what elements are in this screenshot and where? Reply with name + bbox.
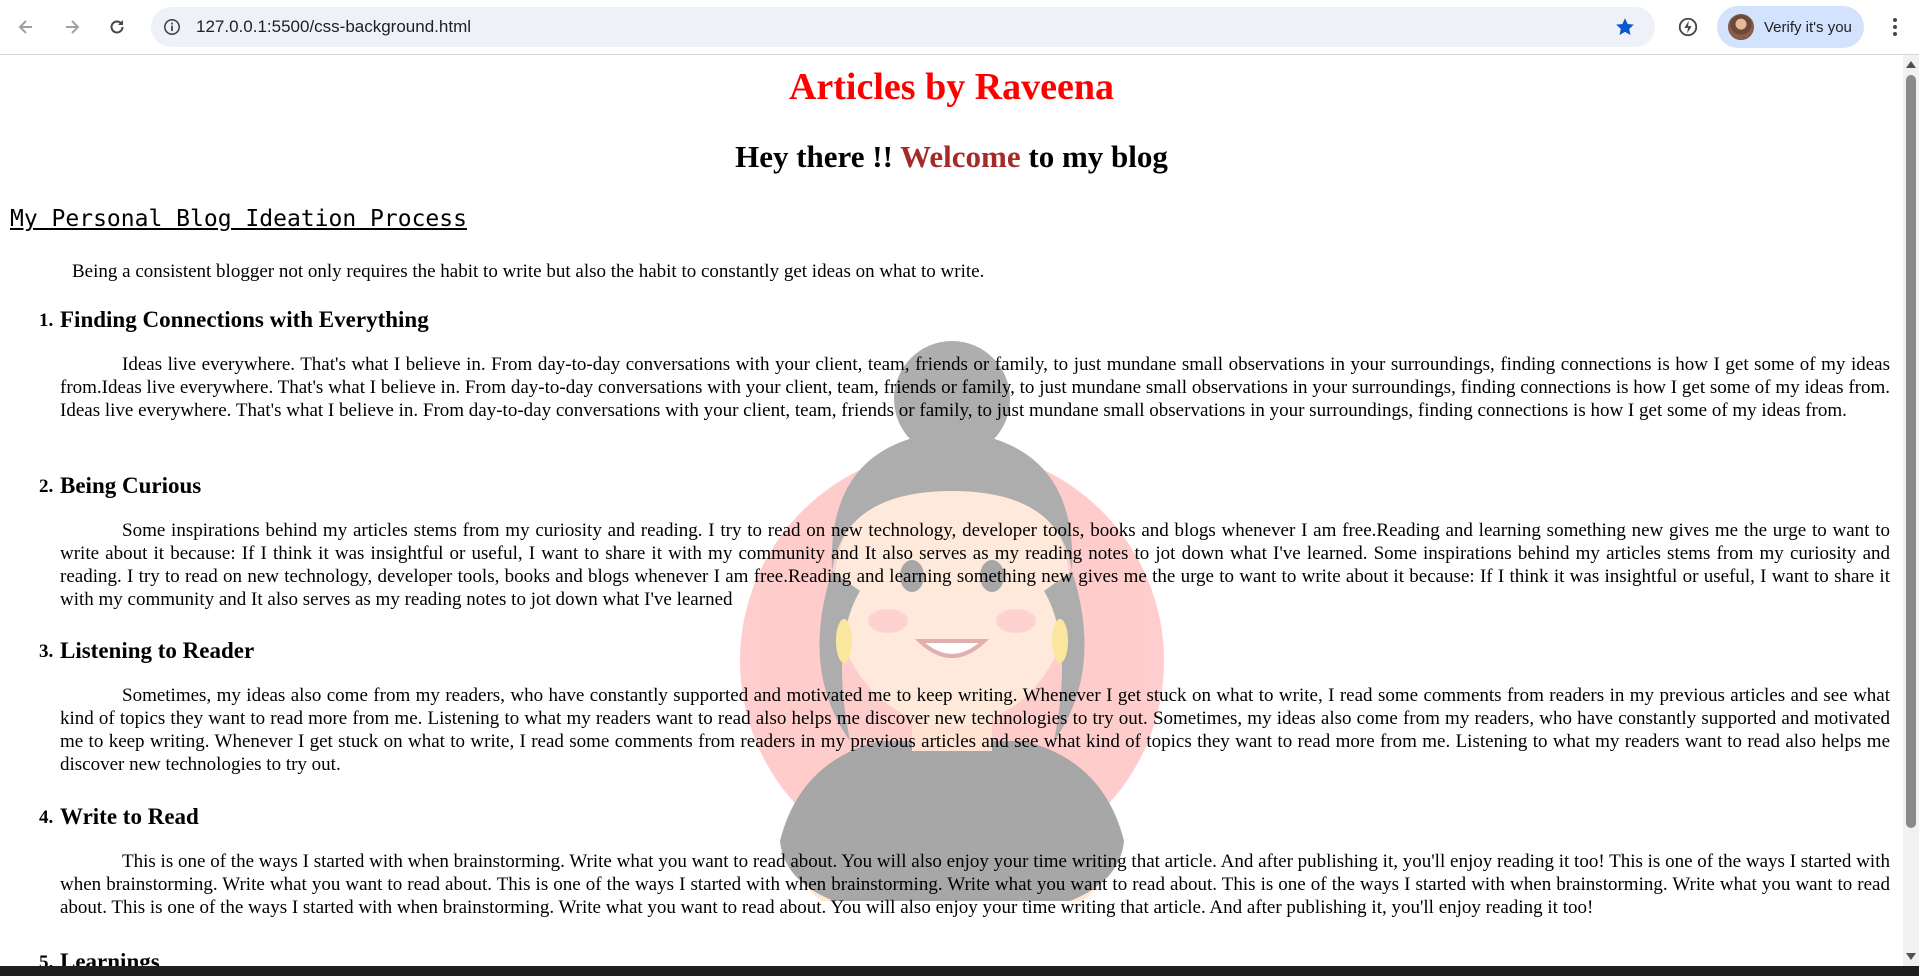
page-title: Articles by Raveena [788, 66, 1115, 108]
article-heading: Learnings [60, 949, 160, 966]
profile-label: Verify it's you [1764, 18, 1852, 36]
scrollbar-thumb[interactable] [1906, 75, 1916, 828]
article-heading: Write to Read [60, 804, 199, 829]
greeting-prefix: Hey there !! [735, 139, 893, 174]
greeting-highlight: Welcome [900, 139, 1021, 174]
reload-button[interactable] [101, 11, 133, 43]
scroll-down-icon[interactable] [1906, 953, 1916, 960]
scroll-up-icon[interactable] [1906, 61, 1916, 68]
extension-icon[interactable] [1674, 13, 1702, 41]
article-body: Some inspirations behind my articles ste… [60, 520, 1890, 610]
article-number: 2. [39, 476, 54, 497]
avatar [1728, 14, 1754, 40]
back-button[interactable] [10, 11, 42, 43]
background-illustration [740, 341, 1164, 901]
article-heading: Finding Connections with Everything [60, 307, 429, 332]
greeting-heading: Hey there !! Welcome to my blog [0, 139, 1903, 175]
section-title: My Personal Blog Ideation Process [10, 206, 467, 232]
url-text[interactable]: 127.0.0.1:5500/css-background.html [196, 17, 471, 37]
bookmark-star-icon[interactable] [1613, 15, 1637, 39]
page-viewport: Articles by Raveena Hey there !! Welcome… [0, 55, 1903, 966]
browser-menu-button[interactable] [1880, 11, 1910, 43]
article-body: This is one of the ways I started with w… [60, 851, 1890, 918]
taskbar-strip [0, 966, 1919, 976]
arrow-right-icon [66, 20, 80, 34]
article-heading: Being Curious [60, 473, 202, 498]
more-vert-icon [1893, 18, 1897, 36]
article-body: Sometimes, my ideas also come from my re… [60, 685, 1890, 775]
article-number: 3. [39, 641, 54, 662]
reload-icon [110, 20, 124, 34]
forward-button[interactable] [56, 11, 88, 43]
address-bar[interactable]: 127.0.0.1:5500/css-background.html [151, 7, 1655, 47]
article-number: 4. [39, 807, 54, 828]
greeting-suffix: to my blog [1028, 139, 1168, 174]
article-heading: Listening to Reader [60, 638, 255, 663]
article-body: Ideas live everywhere. That's what I bel… [60, 354, 1890, 421]
intro-paragraph: Being a consistent blogger not only requ… [72, 261, 985, 282]
site-info-icon[interactable] [161, 16, 183, 38]
article-number: 5. [39, 952, 54, 966]
page-scrollbar[interactable] [1903, 55, 1919, 966]
article-number: 1. [39, 310, 54, 331]
browser-toolbar: 127.0.0.1:5500/css-background.html Verif… [0, 0, 1919, 55]
arrow-left-icon [18, 20, 32, 34]
profile-button[interactable]: Verify it's you [1717, 6, 1864, 48]
